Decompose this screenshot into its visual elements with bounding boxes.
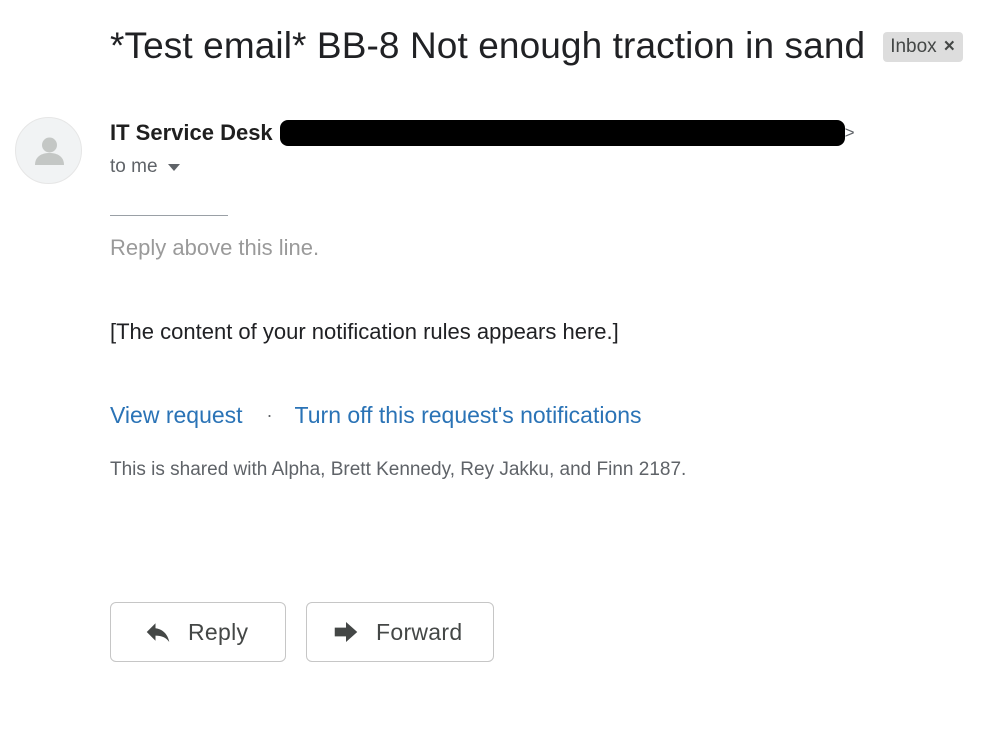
sender-avatar[interactable]: [15, 117, 82, 184]
sender-name[interactable]: IT Service Desk: [110, 120, 273, 146]
person-avatar-icon: [35, 137, 64, 165]
view-request-link[interactable]: View request: [110, 402, 243, 429]
reply-button-label: Reply: [188, 618, 249, 645]
reply-arrow-icon: [146, 623, 170, 642]
request-links-row: View request · Turn off this request's n…: [110, 402, 642, 429]
reply-above-line-text: Reply above this line.: [110, 235, 320, 260]
sender-email-close-bracket: >: [844, 123, 855, 142]
link-separator: ·: [266, 405, 273, 425]
sender-row: IT Service Desk >: [110, 120, 855, 146]
inbox-label-chip[interactable]: Inbox ×: [883, 32, 963, 62]
reply-button[interactable]: Reply: [110, 602, 286, 662]
reply-divider-line: [110, 215, 228, 216]
recipient-text: to me: [110, 156, 158, 177]
caret-down-icon[interactable]: [167, 164, 180, 171]
label-chip-text: Inbox: [890, 36, 937, 57]
email-subject: *Test email* BB-8 Not enough traction in…: [110, 25, 866, 66]
email-subject-row: *Test email* BB-8 Not enough traction in…: [110, 22, 963, 70]
forward-arrow-icon: [334, 622, 358, 642]
shared-with-note: This is shared with Alpha, Brett Kennedy…: [110, 459, 687, 480]
turn-off-notifications-link[interactable]: Turn off this request's notifications: [295, 402, 642, 429]
notification-content-text: [The content of your notification rules …: [110, 319, 619, 344]
forward-button-label: Forward: [376, 618, 463, 645]
recipient-details-toggle[interactable]: to me: [110, 156, 180, 178]
redacted-sender-email: [279, 120, 845, 146]
remove-label-icon[interactable]: ×: [944, 36, 955, 58]
forward-button[interactable]: Forward: [306, 602, 494, 662]
